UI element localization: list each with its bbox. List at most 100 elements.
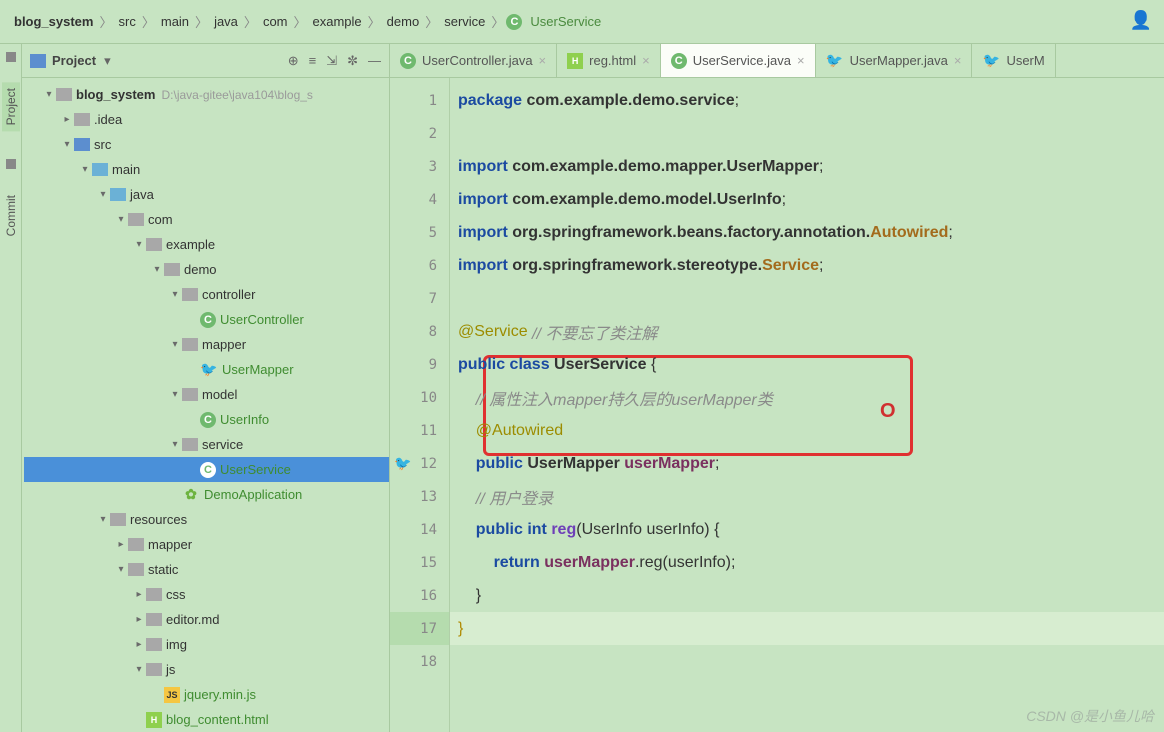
minimize-icon[interactable]: — [368, 53, 381, 69]
tree-item-service[interactable]: service [24, 432, 389, 457]
tree-item-jquery-min-js[interactable]: JSjquery.min.js [24, 682, 389, 707]
breadcrumb-item[interactable]: blog_system [10, 14, 97, 29]
breadcrumb-item[interactable]: demo [383, 14, 424, 29]
tree-arrow[interactable] [114, 564, 128, 575]
tree-item-css[interactable]: css [24, 582, 389, 607]
code-line[interactable]: @Autowired [450, 414, 1164, 447]
line-number[interactable]: 9 [390, 348, 449, 381]
code-line[interactable]: public class UserService { [450, 348, 1164, 381]
tree-item-usercontroller[interactable]: CUserController [24, 307, 389, 332]
code-line[interactable]: // 用户登录 [450, 480, 1164, 513]
code-line[interactable]: return userMapper.reg(userInfo); [450, 546, 1164, 579]
breadcrumb-item[interactable]: com [259, 14, 292, 29]
tree-arrow[interactable] [42, 89, 56, 100]
tree-item-mapper[interactable]: mapper [24, 332, 389, 357]
code-line[interactable] [450, 282, 1164, 315]
tree-arrow[interactable] [132, 639, 146, 650]
code-line[interactable]: import org.springframework.stereotype.Se… [450, 249, 1164, 282]
tree-item-blog-content-html[interactable]: Hblog_content.html [24, 707, 389, 732]
project-view-dropdown[interactable]: ▾ [104, 53, 111, 69]
editor-tab[interactable]: CUserService.java× [661, 44, 816, 77]
code-line[interactable]: // 属性注入mapper持久层的userMapper类 [450, 381, 1164, 414]
line-number[interactable]: 13 [390, 480, 449, 513]
locate-icon[interactable]: ⊕ [288, 53, 299, 69]
line-number[interactable]: 11 [390, 414, 449, 447]
tree-item-js[interactable]: js [24, 657, 389, 682]
user-icon[interactable]: 👤 [1130, 10, 1152, 31]
tree-item-img[interactable]: img [24, 632, 389, 657]
breadcrumb-item[interactable]: src [115, 14, 140, 29]
tree-item-src[interactable]: src [24, 132, 389, 157]
tree-arrow[interactable] [114, 539, 128, 550]
line-number[interactable]: 17 [390, 612, 449, 645]
line-number[interactable]: 18 [390, 645, 449, 678]
tree-arrow[interactable] [114, 214, 128, 225]
project-panel-label[interactable]: Project [52, 53, 96, 68]
tree-item-main[interactable]: main [24, 157, 389, 182]
rail-icon[interactable] [6, 159, 16, 169]
code-line[interactable]: } [450, 579, 1164, 612]
tree-item-static[interactable]: static [24, 557, 389, 582]
code-line[interactable]: public UserMapper userMapper; [450, 447, 1164, 480]
code-line[interactable]: } [450, 612, 1164, 645]
breadcrumb-item[interactable]: java [210, 14, 242, 29]
tree-item-java[interactable]: java [24, 182, 389, 207]
gutter-mark-icon[interactable]: 🐦 [394, 455, 411, 472]
editor-body[interactable]: 123456789101112🐦131415161718 O package c… [390, 78, 1164, 732]
editor-tab[interactable]: 🐦UserMapper.java× [816, 44, 973, 77]
tree-item-example[interactable]: example [24, 232, 389, 257]
line-number[interactable]: 1 [390, 84, 449, 117]
tree-item-model[interactable]: model [24, 382, 389, 407]
tree-arrow[interactable] [168, 439, 182, 450]
line-number[interactable]: 3 [390, 150, 449, 183]
code-line[interactable] [450, 645, 1164, 678]
code-line[interactable]: public int reg(UserInfo userInfo) { [450, 513, 1164, 546]
tree-arrow[interactable] [78, 164, 92, 175]
line-number[interactable]: 7 [390, 282, 449, 315]
editor-tab[interactable]: 🐦UserM [972, 44, 1055, 77]
settings-icon[interactable]: ✼ [347, 53, 358, 69]
code-line[interactable]: import com.example.demo.model.UserInfo; [450, 183, 1164, 216]
tree-item-controller[interactable]: controller [24, 282, 389, 307]
tree-item-usermapper[interactable]: 🐦UserMapper [24, 357, 389, 382]
expand-icon[interactable]: ⇲ [326, 53, 337, 69]
tree-arrow[interactable] [96, 189, 110, 200]
tree-item-userinfo[interactable]: CUserInfo [24, 407, 389, 432]
code-line[interactable] [450, 117, 1164, 150]
line-number[interactable]: 16 [390, 579, 449, 612]
line-number[interactable]: 14 [390, 513, 449, 546]
tree-arrow[interactable] [96, 514, 110, 525]
tree-arrow[interactable] [168, 289, 182, 300]
tree-arrow[interactable] [132, 589, 146, 600]
tree-item--idea[interactable]: .idea [24, 107, 389, 132]
editor-tab[interactable]: CUserController.java× [390, 44, 557, 77]
line-number[interactable]: 6 [390, 249, 449, 282]
tree-item-resources[interactable]: resources [24, 507, 389, 532]
rail-tab-project[interactable]: Project [2, 82, 20, 131]
tree-item-com[interactable]: com [24, 207, 389, 232]
line-number[interactable]: 8 [390, 315, 449, 348]
line-number[interactable]: 15 [390, 546, 449, 579]
breadcrumb-item[interactable]: main [157, 14, 193, 29]
code-line[interactable]: import org.springframework.beans.factory… [450, 216, 1164, 249]
sort-icon[interactable]: ≡ [309, 53, 317, 69]
breadcrumb-item[interactable]: UserService [526, 14, 605, 29]
code-line[interactable]: import com.example.demo.mapper.UserMappe… [450, 150, 1164, 183]
tree-item-mapper[interactable]: mapper [24, 532, 389, 557]
code-area[interactable]: O package com.example.demo.service;impor… [450, 78, 1164, 732]
project-tree[interactable]: blog_systemD:\java-gitee\java104\blog_s.… [22, 78, 389, 732]
tree-item-editor-md[interactable]: editor.md [24, 607, 389, 632]
code-line[interactable]: @Service // 不要忘了类注解 [450, 315, 1164, 348]
rail-icon[interactable] [6, 52, 16, 62]
tree-arrow[interactable] [150, 264, 164, 275]
editor-tab[interactable]: Hreg.html× [557, 44, 661, 77]
tree-arrow[interactable] [132, 614, 146, 625]
breadcrumb-item[interactable]: service [440, 14, 489, 29]
tree-arrow[interactable] [60, 139, 74, 150]
close-icon[interactable]: × [539, 53, 547, 68]
tree-arrow[interactable] [168, 339, 182, 350]
tree-item-demoapplication[interactable]: ✿DemoApplication [24, 482, 389, 507]
tree-arrow[interactable] [132, 239, 146, 250]
line-number[interactable]: 2 [390, 117, 449, 150]
line-number[interactable]: 4 [390, 183, 449, 216]
